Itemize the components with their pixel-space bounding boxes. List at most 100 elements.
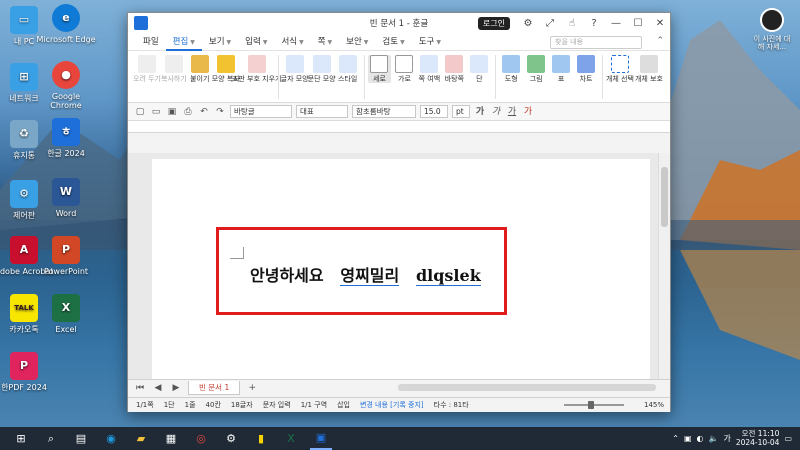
collapse-ribbon-icon[interactable]: ⌃ <box>656 36 664 46</box>
undo-icon[interactable]: ↶ <box>198 106 210 118</box>
volume-icon[interactable]: 🔈 <box>709 434 719 443</box>
char-shape-button[interactable]: 글자 모양 <box>281 55 309 83</box>
excel-taskbar-icon[interactable]: X <box>280 428 302 450</box>
portrait-button[interactable]: 세로 <box>367 55 392 84</box>
chevron-up-icon[interactable]: ⌃ <box>672 434 679 443</box>
clock[interactable]: 오전 11:10 2024-10-04 <box>736 430 780 447</box>
style-button[interactable]: 스타일 <box>336 55 360 83</box>
login-button[interactable]: 로그인 <box>477 16 510 30</box>
ime-lang-indicator[interactable]: 가 <box>723 433 730 444</box>
new-doc-icon[interactable]: ▢ <box>134 106 146 118</box>
help-icon[interactable]: ? <box>584 13 604 33</box>
desktop-icon-hangul[interactable]: ㅎ 한글 2024 <box>36 118 96 158</box>
landscape-button[interactable]: 가로 <box>392 55 416 83</box>
italic-icon[interactable]: 가 <box>490 106 502 118</box>
save-icon[interactable]: ▣ <box>166 106 178 118</box>
desktop-icon-chrome[interactable]: ● Google Chrome <box>36 61 96 110</box>
desktop-icon-word[interactable]: W Word <box>36 178 96 218</box>
ribbon-separator <box>495 55 497 99</box>
copy-button[interactable]: 복사하기 <box>161 55 187 83</box>
paste-button[interactable]: 붙이기 <box>188 55 212 83</box>
unit-select[interactable]: pt <box>452 105 470 118</box>
print-icon[interactable]: ⎙ <box>182 106 194 118</box>
menu-insert[interactable]: 입력 ▼ <box>238 33 274 51</box>
font-select[interactable]: 함초롬바탕 <box>352 105 416 118</box>
windows-start-icon[interactable]: ⊞ <box>10 428 32 450</box>
shape-button[interactable]: 도형 <box>499 55 523 83</box>
bold-icon[interactable]: 가 <box>474 106 486 118</box>
menu-tools[interactable]: 도구 ▼ <box>412 33 448 51</box>
master-page-button[interactable]: 바탕쪽 <box>442 55 466 83</box>
tray-app-icon[interactable]: ◐ <box>697 434 704 443</box>
zoom-slider-knob[interactable] <box>588 401 594 409</box>
underline-icon[interactable]: 가 <box>506 106 518 118</box>
status-track-changes[interactable]: 변경 내용 [기록 중지] <box>360 400 424 410</box>
desktop-icon-edge[interactable]: e Microsoft Edge <box>36 4 96 44</box>
search-icon[interactable]: ⌕ <box>40 428 62 450</box>
prev-page-icon[interactable]: ◀ <box>152 382 164 394</box>
font-color-icon[interactable]: 가 <box>522 106 534 118</box>
chart-button[interactable]: 차트 <box>574 55 598 83</box>
menu-review[interactable]: 검토 ▼ <box>375 33 411 51</box>
font-size-input[interactable]: 15.0 <box>420 105 448 118</box>
maximize-button[interactable]: ☐ <box>628 13 648 33</box>
language-select[interactable]: 대표 <box>296 105 348 118</box>
eraser-icon <box>247 55 266 73</box>
menu-security[interactable]: 보안 ▼ <box>339 33 375 51</box>
notification-icon[interactable]: ▭ <box>784 434 792 443</box>
zoom-slider[interactable] <box>564 404 624 406</box>
menu-format[interactable]: 서식 ▼ <box>274 33 310 51</box>
cut-button[interactable]: 오려 두기 <box>133 55 161 83</box>
menu-file[interactable]: 파일 <box>136 33 166 51</box>
chrome-taskbar-icon[interactable]: ◎ <box>190 428 212 450</box>
first-page-icon[interactable]: ⏮ <box>134 382 146 394</box>
protect-object-button[interactable]: 개체 보호 <box>635 55 663 83</box>
desktop-icon-hanpdf[interactable]: P 한PDF 2024 <box>0 352 54 392</box>
camera-tray-icon[interactable]: ▣ <box>684 434 692 443</box>
task-view-icon[interactable]: ▤ <box>70 428 92 450</box>
menu-view[interactable]: 보기 ▼ <box>202 33 238 51</box>
sticky-notes-icon[interactable]: ▮ <box>250 428 272 450</box>
picture-button[interactable]: 그림 <box>524 55 548 83</box>
paste-icon <box>190 55 209 73</box>
desktop-icon-powerpoint[interactable]: P PowerPoint <box>36 236 96 276</box>
chevron-down-icon: ▼ <box>226 38 232 46</box>
expand-icon[interactable]: ⤢ <box>540 13 560 33</box>
style-select[interactable]: 바탕글 <box>230 105 292 118</box>
add-tab-icon[interactable]: + <box>246 382 258 394</box>
margin-button[interactable]: 쪽 여백 <box>417 55 441 83</box>
status-insert[interactable]: 삽입 <box>337 400 350 410</box>
open-folder-icon[interactable]: ▭ <box>150 106 162 118</box>
clear-marks-button[interactable]: 조판 부호 지우기 <box>232 55 281 83</box>
file-explorer-icon[interactable]: ▰ <box>130 428 152 450</box>
hangul-window: 빈 문서 1 - 훈글 로그인 ⚙ ⤢ ☝ ? — ☐ ✕ 파일 편집 ▼ 보기 ▼… <box>127 12 671 412</box>
gear-icon[interactable]: ⚙ <box>518 13 538 33</box>
store-icon[interactable]: ▦ <box>160 428 182 450</box>
document-tab[interactable]: 빈 문서 1 <box>188 380 241 395</box>
menu-edit[interactable]: 편집 ▼ <box>165 33 202 51</box>
search-input[interactable]: 찾을 내용 <box>550 36 642 49</box>
edge-taskbar-icon[interactable]: ◉ <box>100 428 122 450</box>
vertical-scrollbar[interactable] <box>658 153 670 387</box>
close-button[interactable]: ✕ <box>650 13 670 33</box>
status-col: 40칸 <box>205 401 221 409</box>
menu-page[interactable]: 쪽 ▼ <box>311 33 339 51</box>
settings-taskbar-icon[interactable]: ⚙ <box>220 428 242 450</box>
zoom-level[interactable]: 145% <box>644 401 664 409</box>
hangul-taskbar-icon[interactable]: ▣ <box>310 428 332 450</box>
para-shape-button[interactable]: 문단 모양 <box>308 55 336 83</box>
horizontal-scrollbar[interactable] <box>398 384 656 391</box>
next-page-icon[interactable]: ▶ <box>170 382 182 394</box>
kakaotalk-icon: TALK <box>10 294 38 322</box>
select-object-button[interactable]: 개체 선택 <box>606 55 634 83</box>
redo-icon[interactable]: ↷ <box>214 106 226 118</box>
desktop-icon-excel[interactable]: X Excel <box>36 294 96 334</box>
columns-button[interactable]: 단 <box>467 55 491 83</box>
minimize-button[interactable]: — <box>606 13 626 33</box>
desktop-icon-about-photo[interactable]: 이 사진에 대해 자세... <box>752 8 792 52</box>
ruler[interactable] <box>128 121 670 133</box>
menu-format-label: 서식 <box>281 36 298 47</box>
scrollbar-thumb[interactable] <box>661 167 668 227</box>
table-button[interactable]: 표 <box>549 55 573 83</box>
hand-icon[interactable]: ☝ <box>562 13 582 33</box>
